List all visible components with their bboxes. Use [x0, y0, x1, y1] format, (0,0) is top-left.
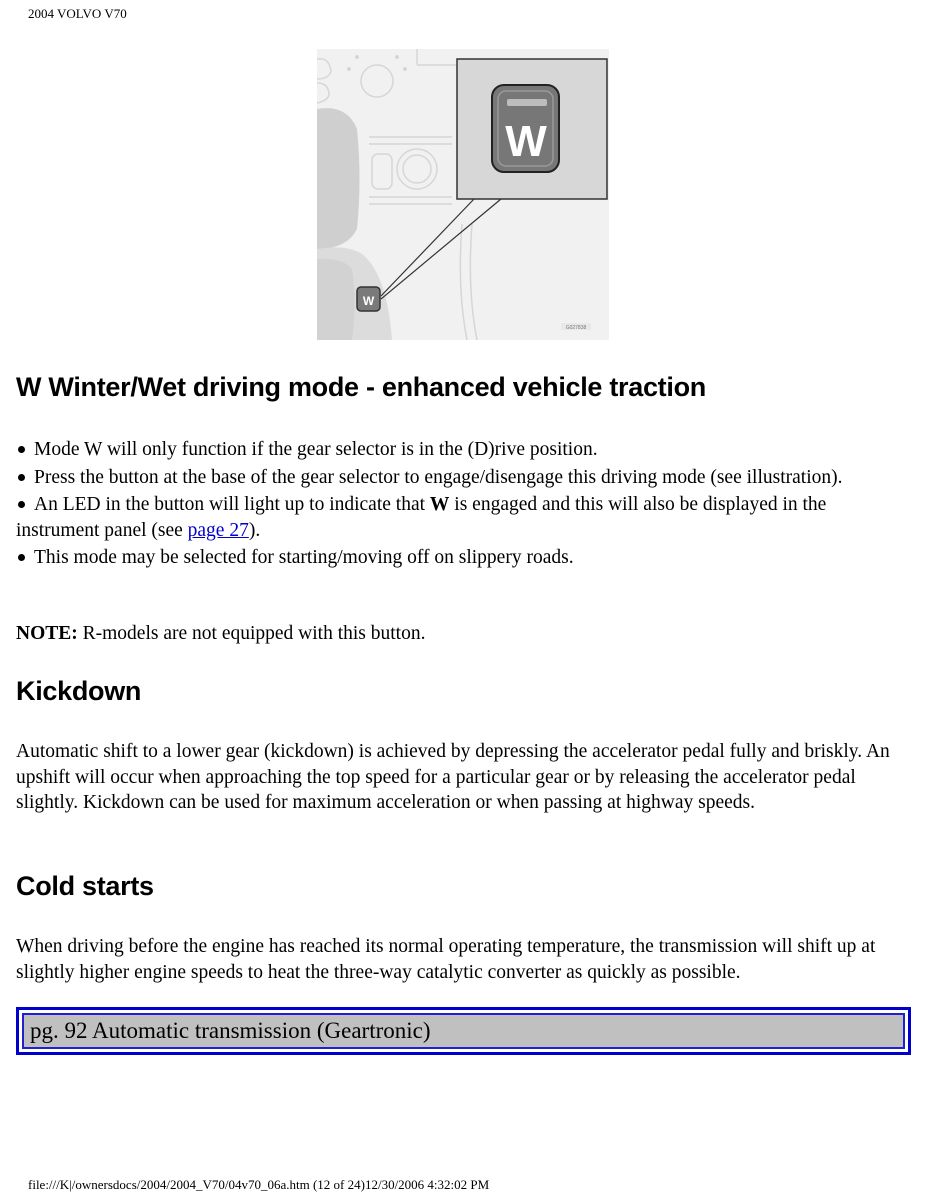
- bullet-item: Mode W will only function if the gear se…: [16, 437, 911, 463]
- winter-mode-bullet-list: Mode W will only function if the gear se…: [16, 437, 911, 571]
- w-mode-bold: W: [429, 494, 450, 515]
- page-navigation-box: pg. 92 Automatic transmission (Geartroni…: [16, 1007, 911, 1055]
- figure-code-label: G027838: [566, 325, 587, 331]
- bullet-icon: [18, 473, 25, 481]
- w-button-inset: W: [456, 58, 608, 200]
- bullet-item: An LED in the button will light up to in…: [16, 494, 827, 541]
- footer-file-path: file:///K|/ownersdocs/2004/2004_V70/04v7…: [28, 1177, 490, 1192]
- section-heading-kickdown: Kickdown: [16, 676, 142, 706]
- svg-text:W: W: [505, 117, 547, 166]
- note-text: R-models are not equipped with this butt…: [77, 623, 426, 644]
- svg-text:W: W: [363, 294, 375, 308]
- w-button-small-icon: W: [356, 286, 381, 312]
- bullet-icon: [18, 446, 25, 454]
- document-header-title: 2004 VOLVO V70: [28, 6, 127, 21]
- cold-starts-paragraph: When driving before the engine has reach…: [16, 936, 876, 983]
- bullet-item: This mode may be selected for starting/m…: [16, 545, 911, 571]
- bullet-icon: [18, 554, 25, 562]
- kickdown-paragraph: Automatic shift to a lower gear (kickdow…: [16, 741, 890, 813]
- bullet-icon: [18, 501, 25, 509]
- w-button-illustration: W W G027838: [317, 49, 609, 340]
- note-label: NOTE:: [16, 623, 78, 644]
- section-heading-cold-starts: Cold starts: [16, 871, 154, 901]
- page-27-link[interactable]: page 27: [188, 520, 249, 541]
- page-navigation-link[interactable]: pg. 92 Automatic transmission (Geartroni…: [22, 1013, 905, 1049]
- note-paragraph: NOTE: R-models are not equipped with thi…: [16, 621, 911, 647]
- section-heading-winter-mode: W Winter/Wet driving mode - enhanced veh…: [16, 372, 706, 402]
- bullet-item: Press the button at the base of the gear…: [16, 465, 911, 491]
